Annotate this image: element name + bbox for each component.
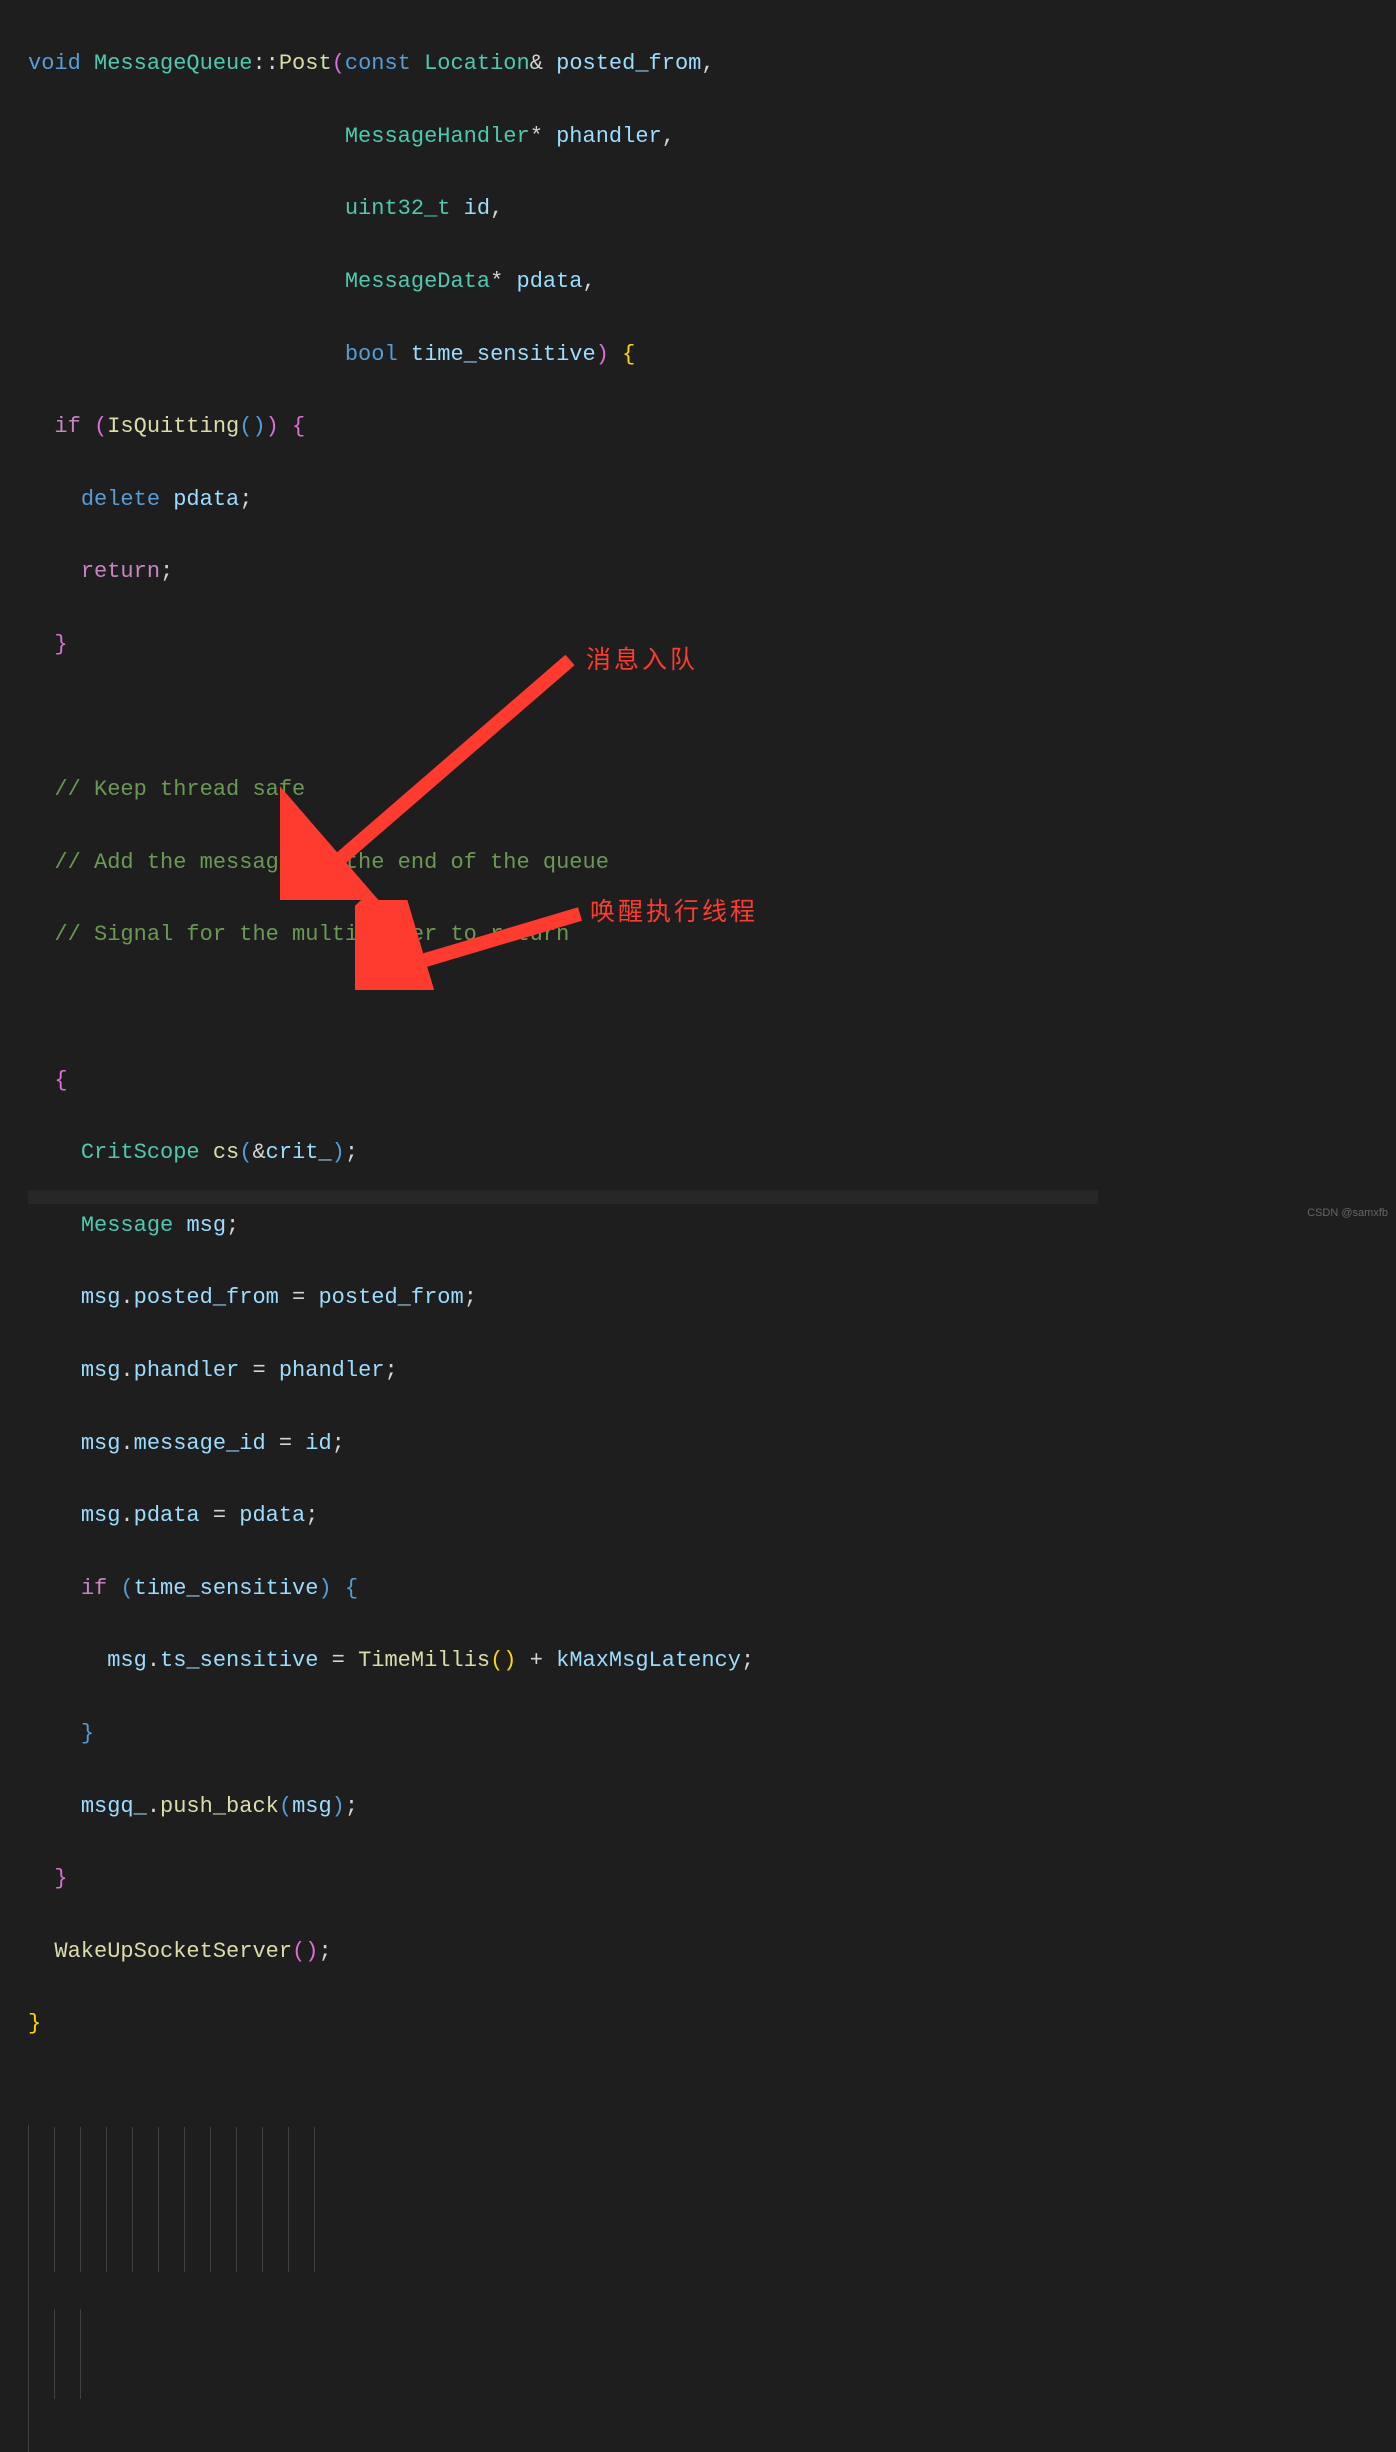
code-editor: void MessageQueue::Post(const Location& … <box>0 0 1396 2079</box>
code-line: // Signal for the multiplexer to return <box>28 917 1396 953</box>
code-line: // Keep thread safe <box>28 772 1396 808</box>
code-line: msgq_.push_back(msg); <box>28 1789 1396 1825</box>
code-line <box>28 700 1396 736</box>
code-line: MessageHandler* phandler, <box>28 119 1396 155</box>
code-line: if (IsQuitting()) { <box>28 409 1396 445</box>
code-line: uint32_t id, <box>28 191 1396 227</box>
code-line <box>28 990 1396 1026</box>
code-line: MessageData* pdata, <box>28 264 1396 300</box>
code-line: } <box>28 627 1396 663</box>
code-line: bool time_sensitive) { <box>28 337 1396 373</box>
code-line: msg.pdata = pdata; <box>28 1498 1396 1534</box>
watermark: CSDN @samxfb <box>1307 1204 1388 1222</box>
code-line: WakeUpSocketServer(); <box>28 1934 1396 1970</box>
code-line: { <box>28 1063 1396 1099</box>
code-line: msg.posted_from = posted_from; <box>28 1280 1396 1316</box>
code-line: CritScope cs(&crit_); <box>28 1135 1396 1171</box>
code-line: // Add the message to the end of the que… <box>28 845 1396 881</box>
code-line: } <box>28 1716 1396 1752</box>
code-line: msg.message_id = id; <box>28 1426 1396 1462</box>
horizontal-scrollbar[interactable] <box>28 1190 1098 1204</box>
code-line: return; <box>28 554 1396 590</box>
code-line: if (time_sensitive) { <box>28 1571 1396 1607</box>
code-line: msg.phandler = phandler; <box>28 1353 1396 1389</box>
code-line: delete pdata; <box>28 482 1396 518</box>
code-line: } <box>28 2006 1396 2042</box>
code-line: void MessageQueue::Post(const Location& … <box>28 46 1396 82</box>
code-line: } <box>28 1861 1396 1897</box>
code-line: msg.ts_sensitive = TimeMillis() + kMaxMs… <box>28 1643 1396 1679</box>
